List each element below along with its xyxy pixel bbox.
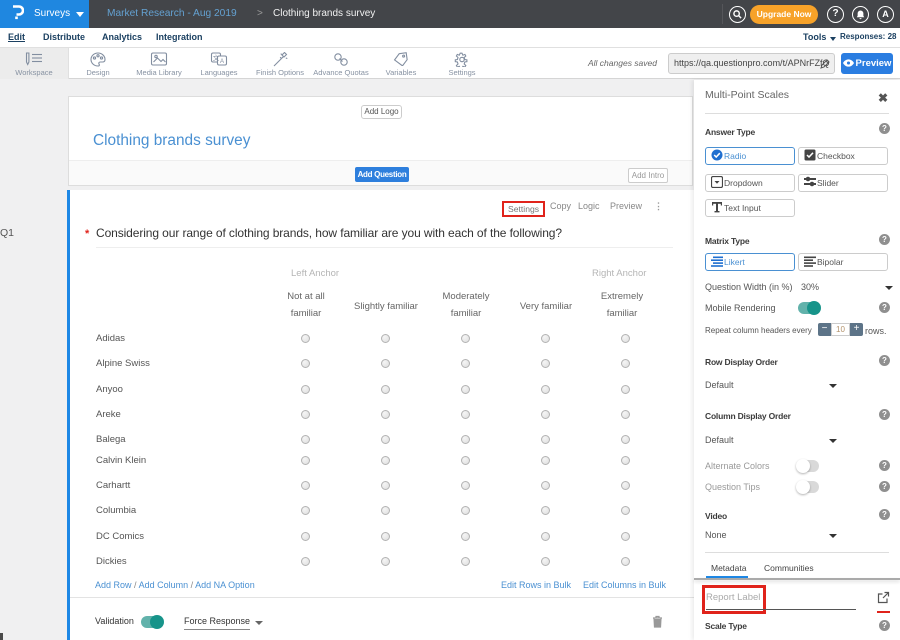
svg-text:A: A [220, 59, 224, 65]
svg-text:文: 文 [213, 53, 220, 62]
